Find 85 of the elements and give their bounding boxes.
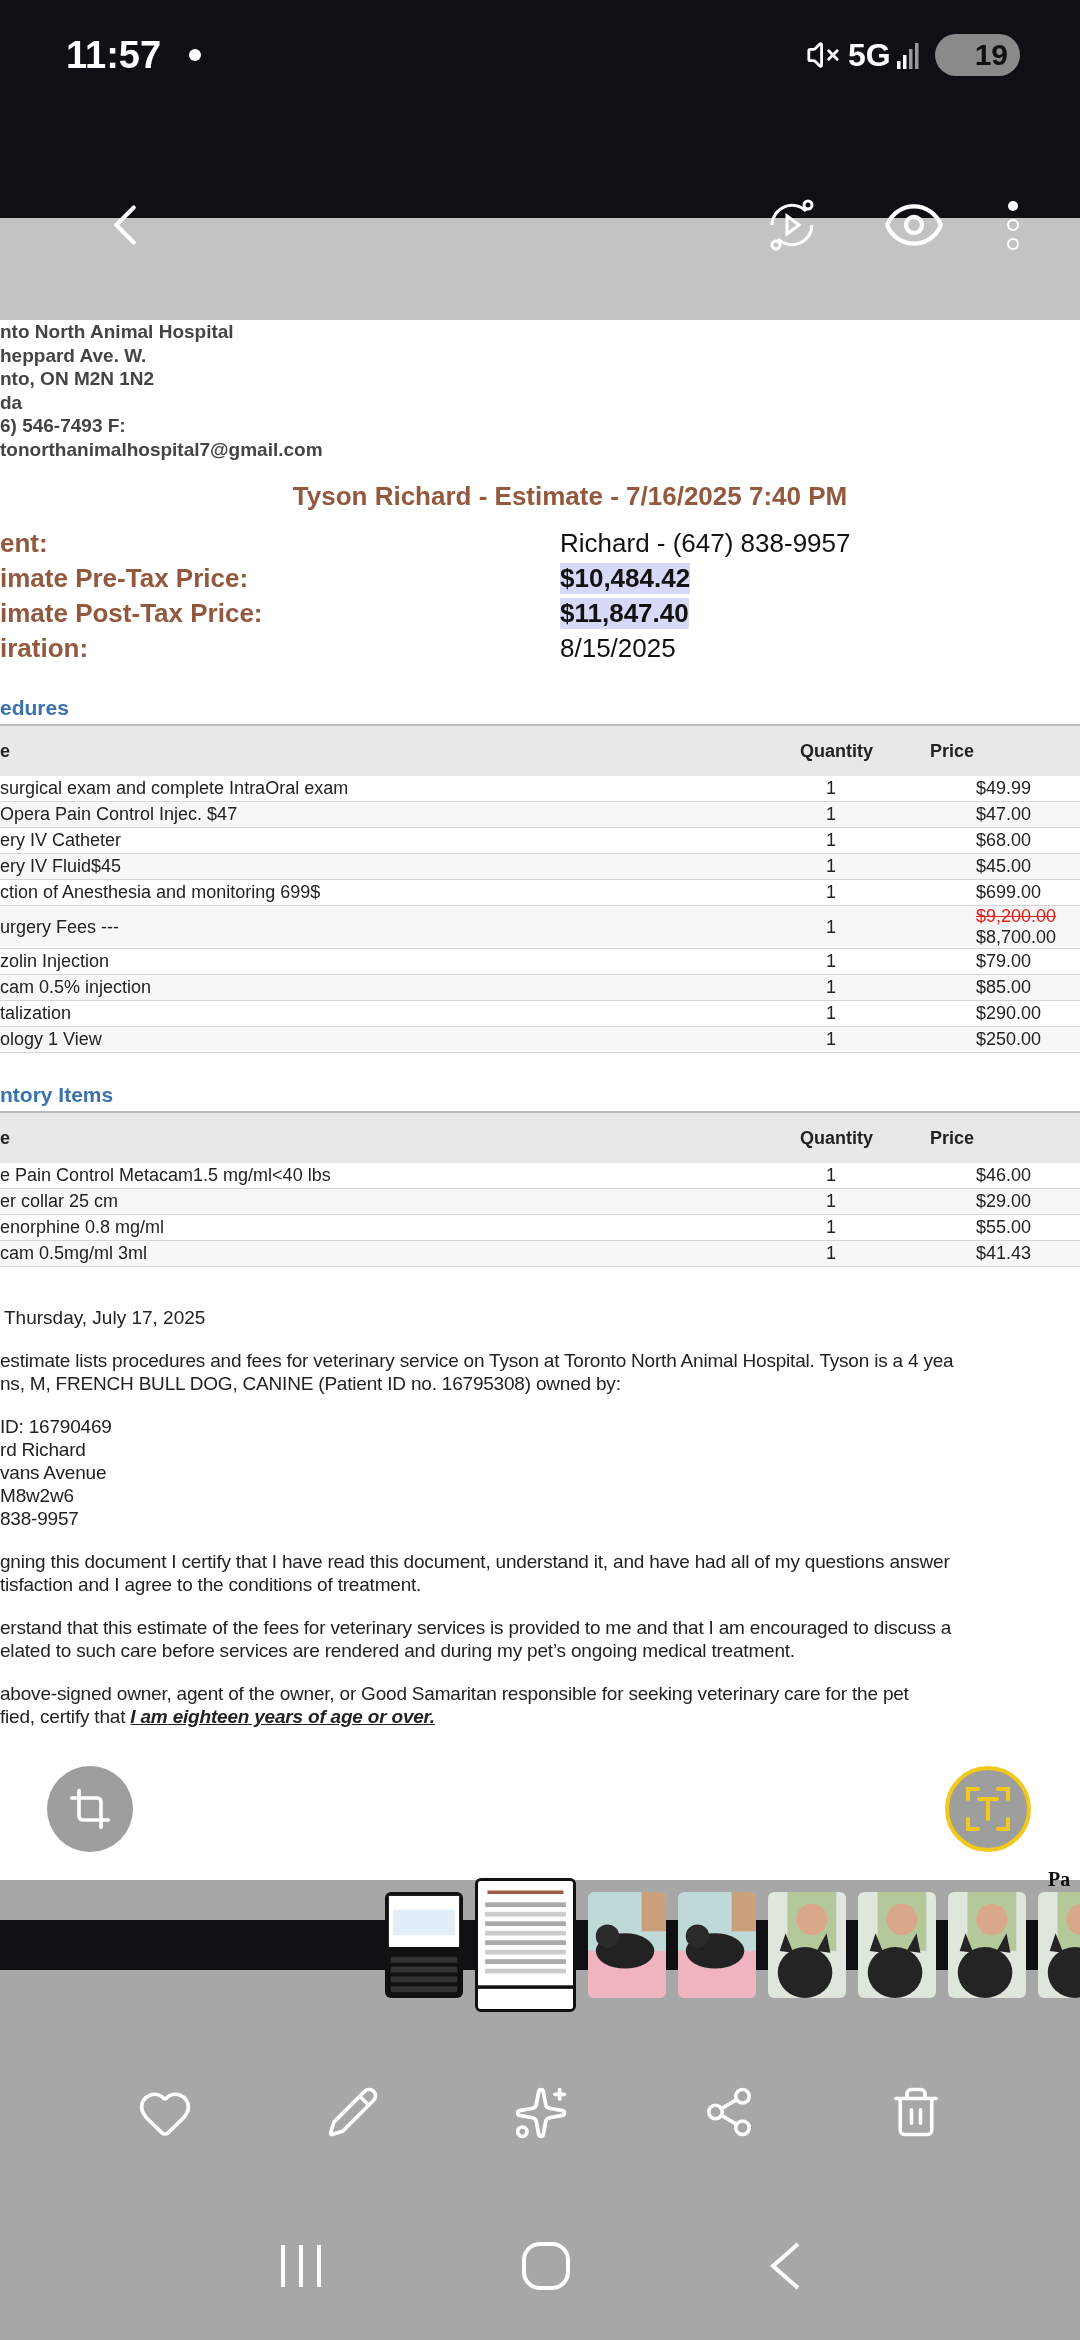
signal-icon [896,41,921,69]
text-scan-icon [965,1786,1011,1832]
table-cell-text: surgical exam and complete IntraOral exam [0,778,350,799]
clinic-address-line: 6) 546-7493 F: [0,414,127,438]
table-cell-text: zolin Injection [0,951,111,972]
table-cell-text: $29.00 [976,1191,1033,1212]
paragraph-line: above-signed owner, agent of the owner, or Good Samaritan responsible for seeking veterinary care for the pet [0,1682,910,1705]
table-header: e Quantity Price [0,726,1080,776]
table-cell-text: 1 [826,1217,837,1238]
table-cell-text: $250.00 [976,1029,1043,1050]
table-cell-text: 1 [826,951,837,972]
table-cell-text: 1 [826,856,837,877]
paragraph-line: rd Richard [0,1438,87,1461]
clinic-address-line: da [0,390,24,414]
table-cell-text: ery IV Catheter [0,830,123,851]
document-date: Thursday, July 17, 2025 [4,1307,207,1329]
network-type: 5G [847,36,891,74]
summary-label: imate Post-Tax Price: [0,598,264,629]
more-icon[interactable] [1006,200,1020,250]
summary-label: ent: [0,528,49,559]
paragraph-line: erstand that this estimate of the fees for veterinary services is provided to me and that I am encouraged to discuss a [0,1616,953,1639]
table-cell-text: Opera Pain Control Injec. $47 [0,804,239,825]
table-cell-text: $47.00 [976,804,1033,825]
paragraph-line: vans Avenue [0,1461,108,1484]
summary-value: $11,847.40 [560,598,689,629]
next-page-text: Pa [1048,1868,1071,1890]
paragraph-line: 838-9957 [0,1507,80,1530]
table-cell-text: cam 0.5mg/ml 3ml [0,1243,149,1264]
estimate-title: Tyson Richard - Estimate - 7/16/2025 7:40 PM [291,481,849,512]
table-cell-text: $699.00 [976,882,1043,903]
table-cell-text: 1 [826,1029,837,1050]
summary-value: Richard - (647) 838-9957 [560,528,851,559]
table-cell-text: $85.00 [976,977,1033,998]
old-price: $9,200.00 [976,906,1058,927]
table-cell-text: urgery Fees --- [0,916,121,938]
table-cell-text: enorphine 0.8 mg/ml [0,1217,166,1238]
paragraph-line: fied, certify that I am eighteen years of age or over. [0,1705,436,1728]
paragraph-line: ID: 16790469 [0,1415,113,1438]
summary-label: imate Pre-Tax Price: [0,563,250,594]
table-cell-text: 1 [826,916,837,938]
table-cell-text: $79.00 [976,951,1033,972]
clinic-address-line: nto North Animal Hospital [0,320,235,344]
table-header: e Quantity Price [0,1113,1080,1163]
paragraph-line: estimate lists procedures and fees for veterinary service on Tyson at Toronto North Animal Hospital. Tyson is a 4 yea [0,1349,955,1372]
table-cell-text: 1 [826,1243,837,1264]
table-cell-text: er collar 25 cm [0,1191,120,1212]
paragraph-line: tisfaction and I agree to the conditions of treatment. [0,1573,423,1596]
table-cell-text: cam 0.5% injection [0,977,153,998]
paragraph-line: M8w2w6 [0,1484,75,1507]
table-cell-text: ery IV Fluid$45 [0,856,123,877]
table-cell-text: $55.00 [976,1217,1033,1238]
table-cell-text: talization [0,1003,73,1024]
table-cell-text: $8,700.00 [976,927,1058,948]
clinic-address-line: nto, ON M2N 1N2 [0,367,156,391]
table-cell-text: $290.00 [976,1003,1043,1024]
table-cell-text: $41.43 [976,1243,1033,1264]
summary-value: 8/15/2025 [560,633,676,664]
table-cell-text: 1 [826,882,837,903]
paragraph-line: elated to such care before services are rendered and during my pet’s ongoing medical treatment. [0,1639,796,1662]
table-cell-text: $68.00 [976,830,1033,851]
section-heading: ntory Items [0,1083,115,1107]
table-cell-text: $49.99 [976,778,1033,799]
paragraph-line: gning this document I certify that I have read this document, understand it, and have had all of my questions answer [0,1550,951,1573]
table-cell-text: $46.00 [976,1165,1033,1186]
clinic-address-line: heppard Ave. W. [0,343,148,367]
table-cell-text: 1 [826,778,837,799]
table-cell-text: 1 [826,830,837,851]
table-cell-text: ology 1 View [0,1029,103,1050]
section-heading: edures [0,696,70,720]
crop-icon [68,1787,112,1831]
paragraph-line: ns, M, FRENCH BULL DOG, CANINE (Patient ID no. 16795308) owned by: [0,1372,622,1395]
status-time: 11:57 [66,33,162,77]
table-cell-text: 1 [826,804,837,825]
table-cell-text: 1 [826,1003,837,1024]
table-cell-text: 1 [826,1165,837,1186]
notification-dot-icon [189,49,202,61]
table-cell-text: 1 [826,977,837,998]
table-cell-text: e Pain Control Metacam1.5 mg/ml<40 lbs [0,1165,332,1186]
summary-value: $10,484.42 [560,563,691,594]
table-cell-text: $45.00 [976,856,1033,877]
table-cell-text: 1 [826,1191,837,1212]
summary-label: iration: [0,633,90,664]
clinic-address-line: tonorthanimalhospital7@gmail.com [0,437,324,461]
table-cell-text: ction of Anesthesia and monitoring 699$ [0,882,322,903]
battery-level: 19 [934,34,1020,76]
